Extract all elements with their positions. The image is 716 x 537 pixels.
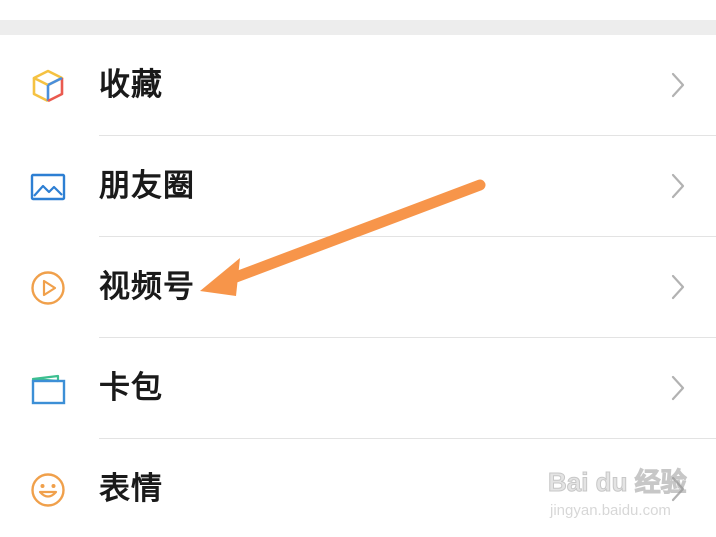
watermark-url: jingyan.baidu.com [550, 502, 671, 519]
wechat-discover-page: 收藏 朋友圈 视频号 卡包 表情 Bai du 经验 jingyan.baidu… [0, 0, 716, 537]
watermark-logo: Bai du 经验 [548, 467, 688, 498]
cube-icon [30, 68, 66, 104]
card-wallet-icon [30, 371, 66, 407]
baidu-jingyan-watermark: Bai du 经验 jingyan.baidu.com [548, 462, 708, 524]
menu-item-label: 卡包 [99, 370, 163, 406]
chevron-right-icon [668, 71, 688, 99]
menu-item-favorites[interactable]: 收藏 [0, 35, 716, 136]
menu-item-label: 朋友圈 [99, 168, 195, 204]
top-strip [0, 0, 716, 20]
play-circle-icon [30, 270, 66, 306]
menu-item-moments[interactable]: 朋友圈 [0, 136, 716, 237]
section-separator [0, 20, 716, 35]
smiley-icon [30, 472, 66, 508]
menu-item-card-wallet[interactable]: 卡包 [0, 338, 716, 439]
menu-item-label: 视频号 [99, 269, 195, 305]
chevron-right-icon [668, 172, 688, 200]
chevron-right-icon [668, 374, 688, 402]
menu-item-channels[interactable]: 视频号 [0, 237, 716, 338]
menu-item-label: 表情 [99, 471, 163, 507]
chevron-right-icon [668, 273, 688, 301]
image-icon [30, 169, 66, 205]
menu-item-label: 收藏 [99, 67, 163, 103]
